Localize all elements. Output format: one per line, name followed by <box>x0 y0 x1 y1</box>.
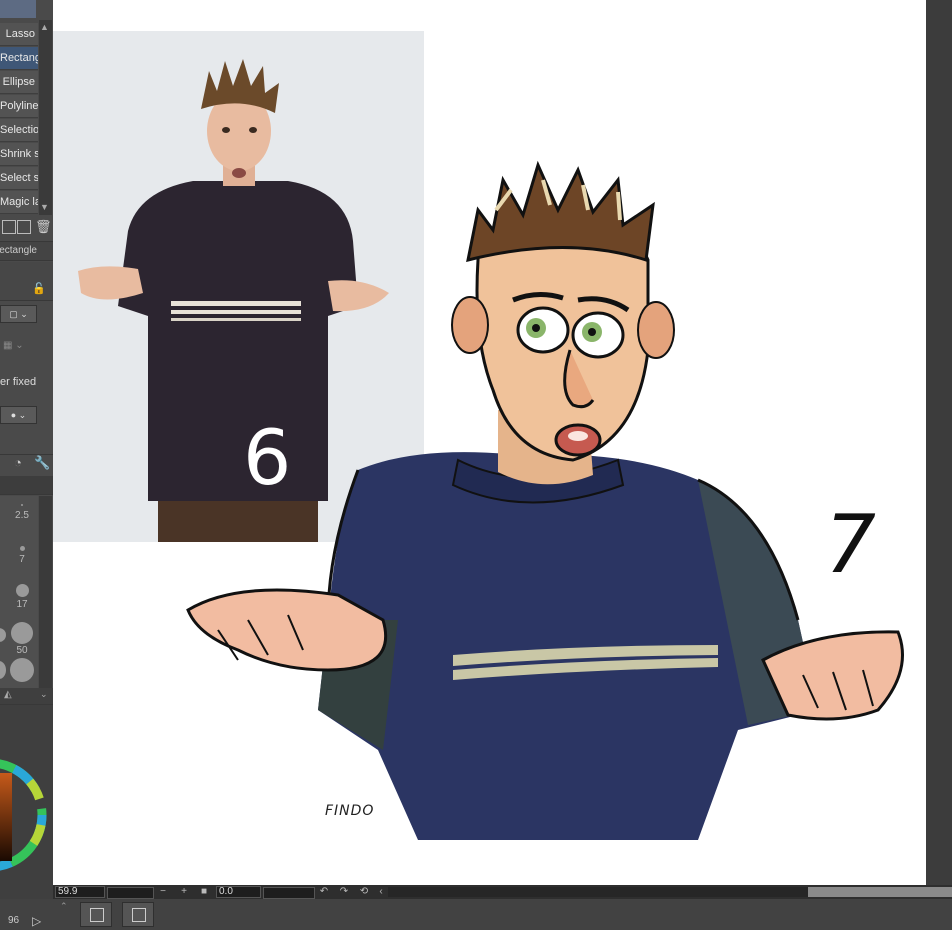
navigator-bar: 59.9 − + ■ 0.0 ↶ ↷ ⟲ ‹ <box>53 885 952 899</box>
brush-size-17[interactable]: 17 <box>8 584 36 610</box>
navigator-icon <box>132 908 146 922</box>
zoom-in-icon[interactable]: + <box>178 885 190 899</box>
brush-size-palette: 2.5 7 17 50 <box>0 496 38 688</box>
selection-mode-dropdown[interactable]: ▢ ⌄ <box>0 305 37 323</box>
tool-property-header: 🔓 <box>0 262 53 301</box>
aspect-label: er fixed <box>0 376 37 388</box>
saturation-square[interactable] <box>0 773 12 861</box>
scroll-up-icon[interactable]: ▲ <box>40 22 49 32</box>
chevron-left-icon[interactable]: ‹ <box>375 885 387 899</box>
subtool-name: Rectangle <box>0 242 53 261</box>
tool-list-scrollbar[interactable] <box>39 20 52 215</box>
panel-divider <box>0 430 53 455</box>
color-wheel[interactable] <box>0 705 53 900</box>
brush-size-50[interactable]: 50 <box>8 622 36 656</box>
navigator-view-button[interactable] <box>122 902 154 927</box>
rotate-left-icon[interactable]: ↶ <box>318 885 330 899</box>
tool-shrink-selection[interactable]: Shrink selection <box>0 143 38 166</box>
chevron-down-icon: ● ⌄ <box>10 410 27 420</box>
drawing-canvas[interactable]: 6 7 FINDO <box>53 0 926 885</box>
zoom-out-icon[interactable]: − <box>157 885 169 899</box>
chevron-up-icon[interactable]: ⌃ <box>60 901 68 912</box>
tool-panel: Lasso Rectangle Ellipse Polyline Selecti… <box>0 0 53 930</box>
tool-select-selection[interactable]: Select selection <box>0 167 38 190</box>
subtool-actions: 🗑 <box>0 215 53 242</box>
status-value: 96 <box>8 915 20 926</box>
status-strip: 96 ▷ ⌃ <box>0 899 952 930</box>
brush-size-2-5[interactable]: 2.5 <box>8 504 36 521</box>
tool-polyline[interactable]: Polyline <box>0 95 38 118</box>
tool-lasso[interactable]: Lasso <box>0 23 38 46</box>
brush-size-header <box>0 476 53 495</box>
tool-magic-lasso[interactable]: Magic lasso <box>0 191 38 214</box>
layer-icon <box>90 908 104 922</box>
zoom-field[interactable]: 59.9 <box>55 886 105 898</box>
brush-size-7[interactable]: 7 <box>8 546 36 565</box>
chevron-down-icon: ▢ ⌄ <box>9 309 28 319</box>
mountain-icon[interactable]: ◭ <box>4 689 12 700</box>
tool-ellipse[interactable]: Ellipse <box>0 71 38 94</box>
rotate-right-icon[interactable]: ↷ <box>338 885 350 899</box>
layer-view-button[interactable] <box>80 902 112 927</box>
rotation-field[interactable]: 0.0 <box>216 886 261 898</box>
color-wheel-panel <box>0 705 53 900</box>
horizontal-scrollbar-thumb[interactable] <box>808 887 952 897</box>
import-icon[interactable] <box>2 220 16 234</box>
brush-size-partial[interactable] <box>0 661 6 679</box>
chevron-down-icon[interactable]: ⌄ <box>40 689 48 700</box>
palette-footer: ◭ ⌄ <box>0 688 53 705</box>
canvas-right-gutter <box>926 0 952 885</box>
zoom-slider[interactable] <box>107 887 154 899</box>
chevron-down-icon: ▦ ⌄ <box>3 340 24 351</box>
scroll-down-icon[interactable]: ▼ <box>40 202 49 212</box>
trash-icon[interactable]: 🗑 <box>35 219 52 235</box>
artist-signature: FINDO <box>325 803 375 819</box>
lock-icon[interactable]: 🔓 <box>32 282 46 295</box>
stop-icon[interactable]: ■ <box>198 885 210 899</box>
play-icon[interactable]: ▷ <box>32 914 41 928</box>
shape-dropdown[interactable]: ● ⌄ <box>0 406 37 424</box>
number-label-7: 7 <box>825 498 876 591</box>
reset-rotation-icon[interactable]: ⟲ <box>358 885 370 899</box>
brush-palette-scrollbar[interactable] <box>39 496 52 688</box>
tool-selection-pen[interactable]: Selection pen <box>0 119 38 142</box>
wrench-icon[interactable]: 🔧 <box>34 455 50 471</box>
caricature-drawing <box>186 160 904 840</box>
anti-alias-dropdown[interactable]: ▦ ⌄ <box>3 340 36 360</box>
duplicate-icon[interactable] <box>17 220 31 234</box>
rotation-slider[interactable] <box>263 887 315 899</box>
brush-size-large[interactable] <box>10 658 34 682</box>
tool-header-button[interactable] <box>0 0 36 18</box>
brush-size-partial[interactable] <box>0 628 6 642</box>
horizontal-scrollbar-track[interactable] <box>388 887 808 897</box>
tool-rectangle[interactable]: Rectangle <box>0 47 38 70</box>
subtool-name-label: Rectangle <box>0 245 37 256</box>
reset-icon[interactable]: ◔ <box>14 455 22 470</box>
